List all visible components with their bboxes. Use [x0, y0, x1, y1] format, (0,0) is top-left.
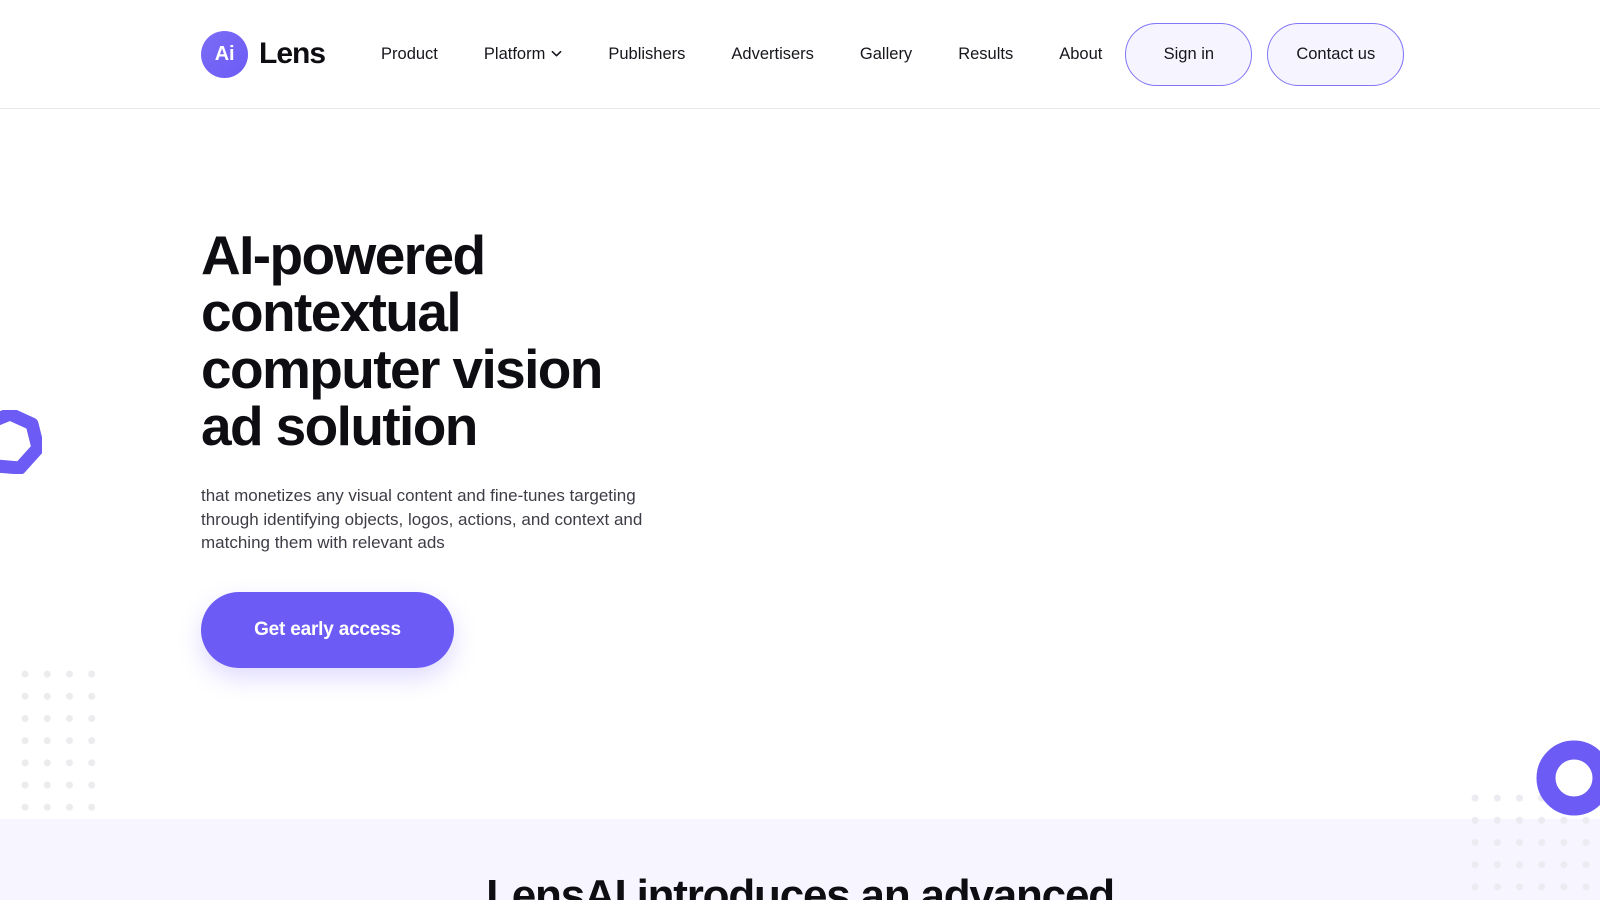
nav-label: About: [1059, 44, 1103, 63]
brand-name: Lens: [259, 37, 326, 70]
nav-item-advertisers[interactable]: Advertisers: [708, 45, 837, 64]
sign-in-button[interactable]: Sign in: [1125, 22, 1253, 86]
nav-item-platform[interactable]: Platform: [461, 45, 585, 64]
sign-in-label: Sign in: [1163, 44, 1215, 63]
logo-mark-icon: Ai: [201, 30, 248, 78]
nav-item-gallery[interactable]: Gallery: [837, 45, 935, 64]
get-early-access-button[interactable]: Get early access: [201, 591, 454, 668]
hero-subheadline: that monetizes any visual content and fi…: [201, 486, 643, 552]
hero-content: AI-powered contextual computer vision ad…: [201, 227, 821, 668]
contact-us-label: Contact us: [1296, 44, 1376, 63]
nav-label: Platform: [483, 44, 546, 63]
nav-label: Advertisers: [731, 44, 814, 63]
decorative-ring-shape-left: [0, 407, 45, 475]
nav-item-publishers[interactable]: Publishers: [585, 45, 708, 64]
nav-item-results[interactable]: Results: [935, 45, 1036, 64]
nav-label: Gallery: [859, 44, 913, 63]
hero-headline: AI-powered contextual computer vision ad…: [201, 224, 603, 457]
hero-section: AI-powered contextual computer vision ad…: [0, 109, 1600, 819]
decorative-ring-shape-right: [1534, 738, 1600, 818]
contact-us-button[interactable]: Contact us: [1267, 22, 1405, 86]
nav-item-about[interactable]: About: [1036, 45, 1125, 64]
header-actions: Sign in Contact us: [1125, 22, 1405, 86]
decorative-dot-grid-left: [10, 659, 98, 819]
landing-page: Ai Lens Product Platform Publishers Adve…: [0, 0, 1600, 900]
nav-label: Product: [381, 44, 438, 63]
section-heading: LensAI introduces an advanced: [486, 871, 1115, 900]
nav-label: Publishers: [608, 44, 686, 63]
nav-item-product[interactable]: Product: [358, 45, 461, 64]
nav-label: Results: [958, 44, 1014, 63]
logo-mark-text: Ai: [214, 42, 235, 65]
site-header: Ai Lens Product Platform Publishers Adve…: [0, 0, 1600, 109]
brand-logo[interactable]: Ai Lens: [201, 30, 326, 78]
features-intro-section: LensAI introduces an advanced: [0, 819, 1600, 900]
main-nav: Product Platform Publishers Advertisers …: [358, 45, 1125, 64]
cta-label: Get early access: [254, 618, 401, 640]
chevron-down-icon: [551, 48, 562, 59]
